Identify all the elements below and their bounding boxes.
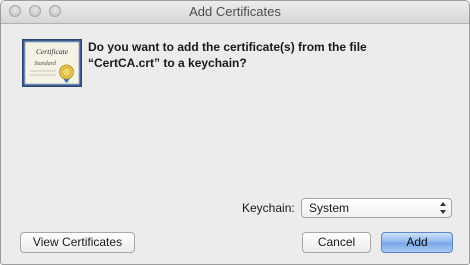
cancel-button[interactable]: Cancel	[302, 232, 371, 253]
view-certificates-button[interactable]: View Certificates	[20, 232, 135, 253]
keychain-select[interactable]: System	[301, 198, 452, 218]
keychain-label: Keychain:	[242, 201, 295, 215]
up-down-arrows-icon	[440, 202, 446, 214]
window-title: Add Certificates	[189, 4, 281, 19]
prompt-message-line2: “CertCA.crt” to a keychain?	[88, 56, 247, 70]
title-bar: Add Certificates	[1, 1, 469, 24]
dialog-window: Add Certificates Certificate Standard Do…	[0, 0, 470, 265]
certificate-icon-title: Certificate	[36, 47, 69, 56]
add-button[interactable]: Add	[381, 232, 453, 253]
prompt-message-line1: Do you want to add the certificate(s) fr…	[88, 40, 367, 54]
prompt-message: Do you want to add the certificate(s) fr…	[88, 39, 448, 71]
keychain-selected-value: System	[309, 201, 350, 215]
certificate-icon-subtitle: Standard	[34, 61, 57, 67]
certificate-icon: Certificate Standard	[22, 39, 82, 87]
